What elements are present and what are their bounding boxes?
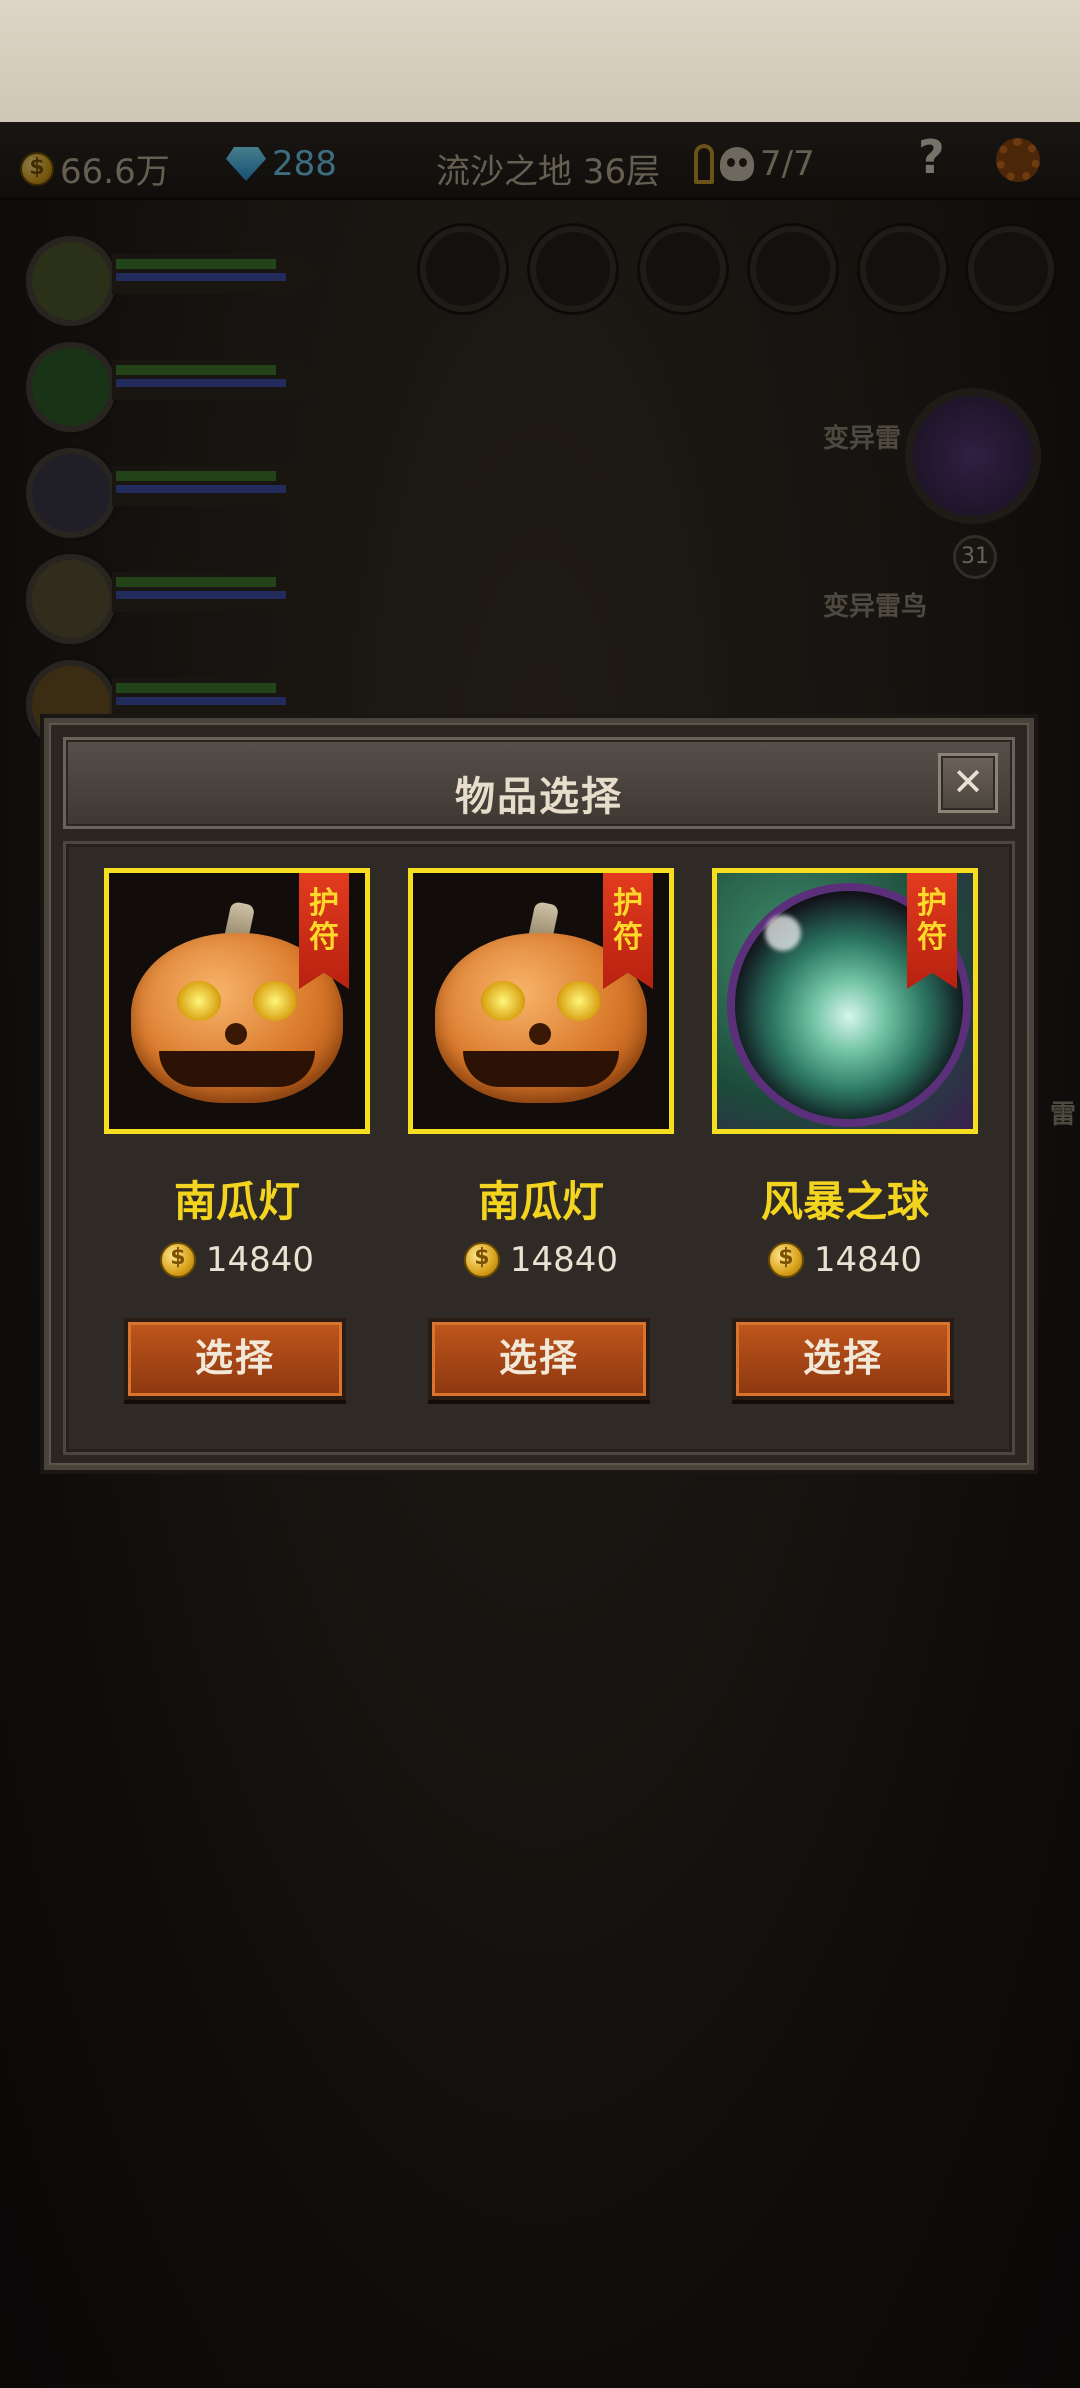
select-button[interactable]: 选择 [124,1318,346,1400]
item-icon-frame[interactable]: 护符 [104,868,370,1134]
item-price: 14840 [712,1240,978,1280]
price-value: 14840 [205,1240,315,1280]
dialog-header: 物品选择 ✕ [63,737,1015,829]
price-value: 14840 [509,1240,619,1280]
item-price: 14840 [104,1240,370,1280]
select-button[interactable]: 选择 [732,1318,954,1400]
dialog-title: 物品选择 [455,774,623,820]
close-button[interactable]: ✕ [938,753,998,813]
item-name: 风暴之球 [760,1177,929,1226]
item-icon-frame[interactable]: 护符 [712,868,978,1134]
item-name: 南瓜灯 [173,1177,300,1226]
amulet-tag: 护符 [603,873,653,989]
amulet-tag: 护符 [907,873,957,989]
paper-background [0,0,1080,122]
select-button[interactable]: 选择 [428,1318,650,1400]
gold-coin-icon [463,1242,500,1278]
item-price: 14840 [408,1240,674,1280]
price-value: 14840 [813,1240,923,1280]
gold-coin-icon [767,1242,804,1278]
amulet-tag: 护符 [299,873,349,989]
item-name: 南瓜灯 [477,1177,604,1226]
gold-coin-icon [159,1242,196,1278]
item-icon-frame[interactable]: 护符 [408,868,674,1134]
